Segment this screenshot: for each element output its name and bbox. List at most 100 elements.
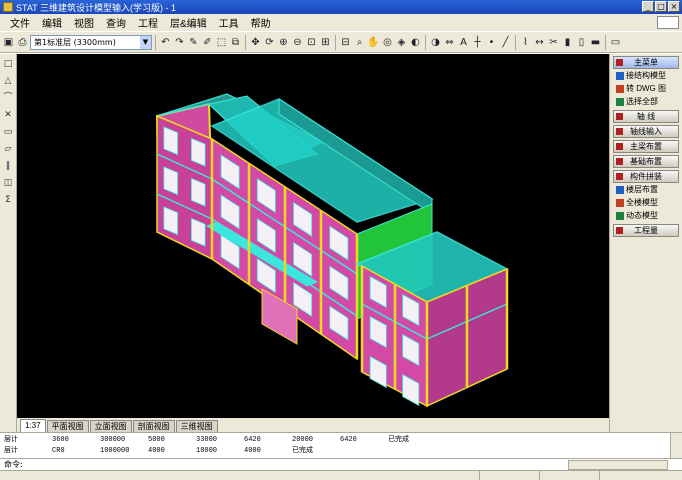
measure-icon[interactable]: ⇔ <box>443 35 456 50</box>
render-icon[interactable]: ◑ <box>429 35 442 50</box>
panel-section-3[interactable]: 主梁布置 <box>613 140 679 153</box>
left-tool-4-icon[interactable]: ▭ <box>1 125 15 139</box>
status-cell-2 <box>480 471 540 480</box>
panel-section-6[interactable]: 工程量 <box>613 224 679 237</box>
panel-item-icon <box>616 97 624 106</box>
output-cell: 4000 <box>244 447 261 455</box>
dim-icon[interactable]: ↔ <box>533 35 546 50</box>
panel-section-0[interactable]: 主菜单 <box>613 56 679 69</box>
menu-item-3[interactable]: 查询 <box>100 15 132 30</box>
print-icon[interactable]: ⎙ <box>16 35 29 50</box>
menu-item-2[interactable]: 视图 <box>68 15 100 30</box>
menu-right-box <box>657 16 679 29</box>
menu-item-1[interactable]: 编辑 <box>36 15 68 30</box>
menu-item-7[interactable]: 帮助 <box>245 15 277 30</box>
panel-item-5-2[interactable]: 动态模型 <box>616 209 682 222</box>
close-button[interactable]: × <box>668 1 680 12</box>
rotate-icon[interactable]: ⟳ <box>263 35 276 50</box>
menu-item-4[interactable]: 工程 <box>132 15 164 30</box>
menu-item-0[interactable]: 文件 <box>4 15 36 30</box>
zoom-out-icon[interactable]: ⊖ <box>291 35 304 50</box>
pan-icon[interactable]: ✋ <box>367 35 380 50</box>
menu-item-6[interactable]: 工具 <box>213 15 245 30</box>
cut-icon[interactable]: ✂ <box>547 35 560 50</box>
panel-section-5[interactable]: 构件拼装 <box>613 170 679 183</box>
panel-item-icon <box>616 71 624 80</box>
output-cell: 20000 <box>292 436 314 444</box>
layer-select[interactable]: 第1标准层 (3300mm) ▼ <box>30 34 152 50</box>
panel-section-label: 轴 线 <box>636 112 656 121</box>
panel-item-0-2[interactable]: 选择全部 <box>616 95 682 108</box>
copy-icon[interactable]: ⧉ <box>229 35 242 50</box>
section-icon <box>616 143 623 150</box>
save-icon[interactable]: ▣ <box>2 35 15 50</box>
zoom-all-icon[interactable]: ⊞ <box>319 35 332 50</box>
left-tool-7-icon[interactable]: ◫ <box>1 176 15 190</box>
output-panel: 层计 CR0 1000000 4000 18000 4000 已完成 层计 3600 300000… <box>0 432 682 459</box>
text-icon[interactable]: A <box>457 35 470 50</box>
zoom-in-icon[interactable]: ⊕ <box>277 35 290 50</box>
zoom-window-icon[interactable]: ⊡ <box>305 35 318 50</box>
menu-item-5[interactable]: 层&编辑 <box>164 15 213 30</box>
left-tool-1-icon[interactable]: △ <box>1 74 15 88</box>
orbit-icon[interactable]: ◎ <box>381 35 394 50</box>
tab-0[interactable]: 1:37 <box>20 419 46 432</box>
tab-2[interactable]: 立面视图 <box>89 420 132 432</box>
column-icon[interactable]: ▮ <box>561 35 574 50</box>
zoom-realtime-icon[interactable]: ⌕ <box>353 35 366 50</box>
output-cell: 3600 <box>52 436 69 444</box>
axis-icon[interactable]: ┼ <box>471 35 484 50</box>
panel-section-label: 工程量 <box>634 226 658 235</box>
output-line: 层计 CR0 1000000 4000 18000 4000 已完成 <box>4 446 340 457</box>
left-tool-5-icon[interactable]: ▱ <box>1 142 15 156</box>
line-icon[interactable]: ╱ <box>499 35 512 50</box>
left-tool-0-icon[interactable]: □ <box>1 57 15 71</box>
left-tool-3-icon[interactable]: ✕ <box>1 108 15 122</box>
section-icon <box>616 227 623 234</box>
output-line: 层计 3600 300000 5000 33000 6420 20000 6420 已完成 <box>4 435 436 446</box>
wall-icon[interactable]: ▯ <box>575 35 588 50</box>
maximize-button[interactable]: □ <box>655 1 667 12</box>
left-tool-8-icon[interactable]: Σ <box>1 193 15 207</box>
panel-item-icon <box>616 211 624 220</box>
section-icon <box>616 59 623 66</box>
panel-section-1[interactable]: 轴 线 <box>613 110 679 123</box>
brush-icon[interactable]: ✎ <box>187 35 200 50</box>
panel-section-4[interactable]: 基础布置 <box>613 155 679 168</box>
minimize-button[interactable]: _ <box>642 1 654 12</box>
panel-item-0-0[interactable]: 接结构模型 <box>616 69 682 82</box>
toolbar-separator <box>335 34 336 50</box>
polyline-icon[interactable]: ⌇ <box>519 35 532 50</box>
panel-item-5-1[interactable]: 全楼模型 <box>616 196 682 209</box>
view-3d-icon[interactable]: ◈ <box>395 35 408 50</box>
command-hscrollbar[interactable] <box>568 460 668 470</box>
redo-icon[interactable]: ↷ <box>173 35 186 50</box>
pen-icon[interactable]: ✐ <box>201 35 214 50</box>
left-tool-2-icon[interactable]: ⌒ <box>1 91 15 105</box>
3d-viewport[interactable] <box>17 54 609 418</box>
panel-item-icon <box>616 185 624 194</box>
move-icon[interactable]: ✥ <box>249 35 262 50</box>
toolbar-separator <box>425 34 426 50</box>
panel-item-0-1[interactable]: 转 DWG 图 <box>616 82 682 95</box>
panel-item-5-0[interactable]: 楼层布置 <box>616 183 682 196</box>
tab-1[interactable]: 平面视图 <box>46 420 89 432</box>
select-icon[interactable]: ⬚ <box>215 35 228 50</box>
slab-icon[interactable]: ▭ <box>609 35 622 50</box>
chevron-down-icon[interactable]: ▼ <box>140 35 151 49</box>
view-tabs: 1:37 平面视图 立面视图 剖面视图 三维视图 <box>17 418 609 432</box>
panel-section-2[interactable]: 轴线输入 <box>613 125 679 138</box>
tab-4[interactable]: 三维视图 <box>175 420 218 432</box>
zoom-prev-icon[interactable]: ⊟ <box>339 35 352 50</box>
hide-icon[interactable]: ◐ <box>409 35 422 50</box>
output-scrollbar[interactable] <box>670 433 682 459</box>
beam-icon[interactable]: ▬ <box>589 35 602 50</box>
undo-icon[interactable]: ↶ <box>159 35 172 50</box>
section-icon <box>616 158 623 165</box>
tab-3[interactable]: 剖面视图 <box>132 420 175 432</box>
main-toolbar: ▣ ⎙ 第1标准层 (3300mm) ▼ ↶ ↷ ✎ ✐ ⬚ ⧉ ✥ ⟳ ⊕ ⊖ ⊡ ⊞ ⊟ ⌕ ✋ ◎ ◈ ◐ ◑… <box>0 31 682 53</box>
point-icon[interactable]: • <box>485 35 498 50</box>
toolbar-separator <box>245 34 246 50</box>
left-toolbar: □ △ ⌒ ✕ ▭ ▱ ‖ ◫ Σ <box>0 54 17 432</box>
left-tool-6-icon[interactable]: ‖ <box>1 159 15 173</box>
